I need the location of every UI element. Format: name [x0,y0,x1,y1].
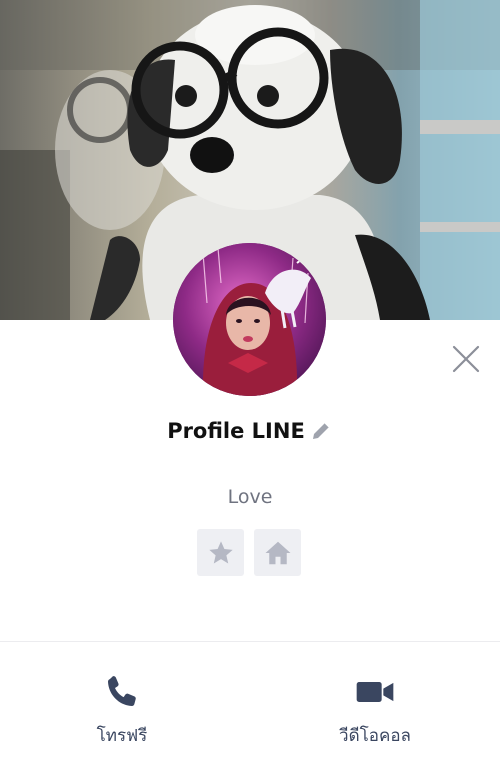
avatar-image [173,243,326,396]
home-button[interactable] [254,529,301,576]
status-message: Love [227,486,273,508]
video-camera-icon [351,668,399,716]
home-icon [265,541,290,564]
close-icon [452,345,480,373]
star-icon [208,540,233,563]
video-call-button[interactable]: วีดีโอคอล [285,668,465,752]
profile-name-row: Profile LINE [0,414,500,448]
close-button[interactable] [449,342,483,376]
free-call-button[interactable]: โทรฟรี [32,668,212,752]
free-call-label: โทรฟรี [96,726,148,746]
divider [0,641,500,642]
pencil-icon[interactable] [309,419,333,443]
video-call-label: วีดีโอคอล [339,726,411,746]
phone-icon [98,668,146,716]
favorite-button[interactable] [197,529,244,576]
profile-avatar[interactable] [173,243,326,396]
profile-name: Profile LINE [167,419,305,443]
